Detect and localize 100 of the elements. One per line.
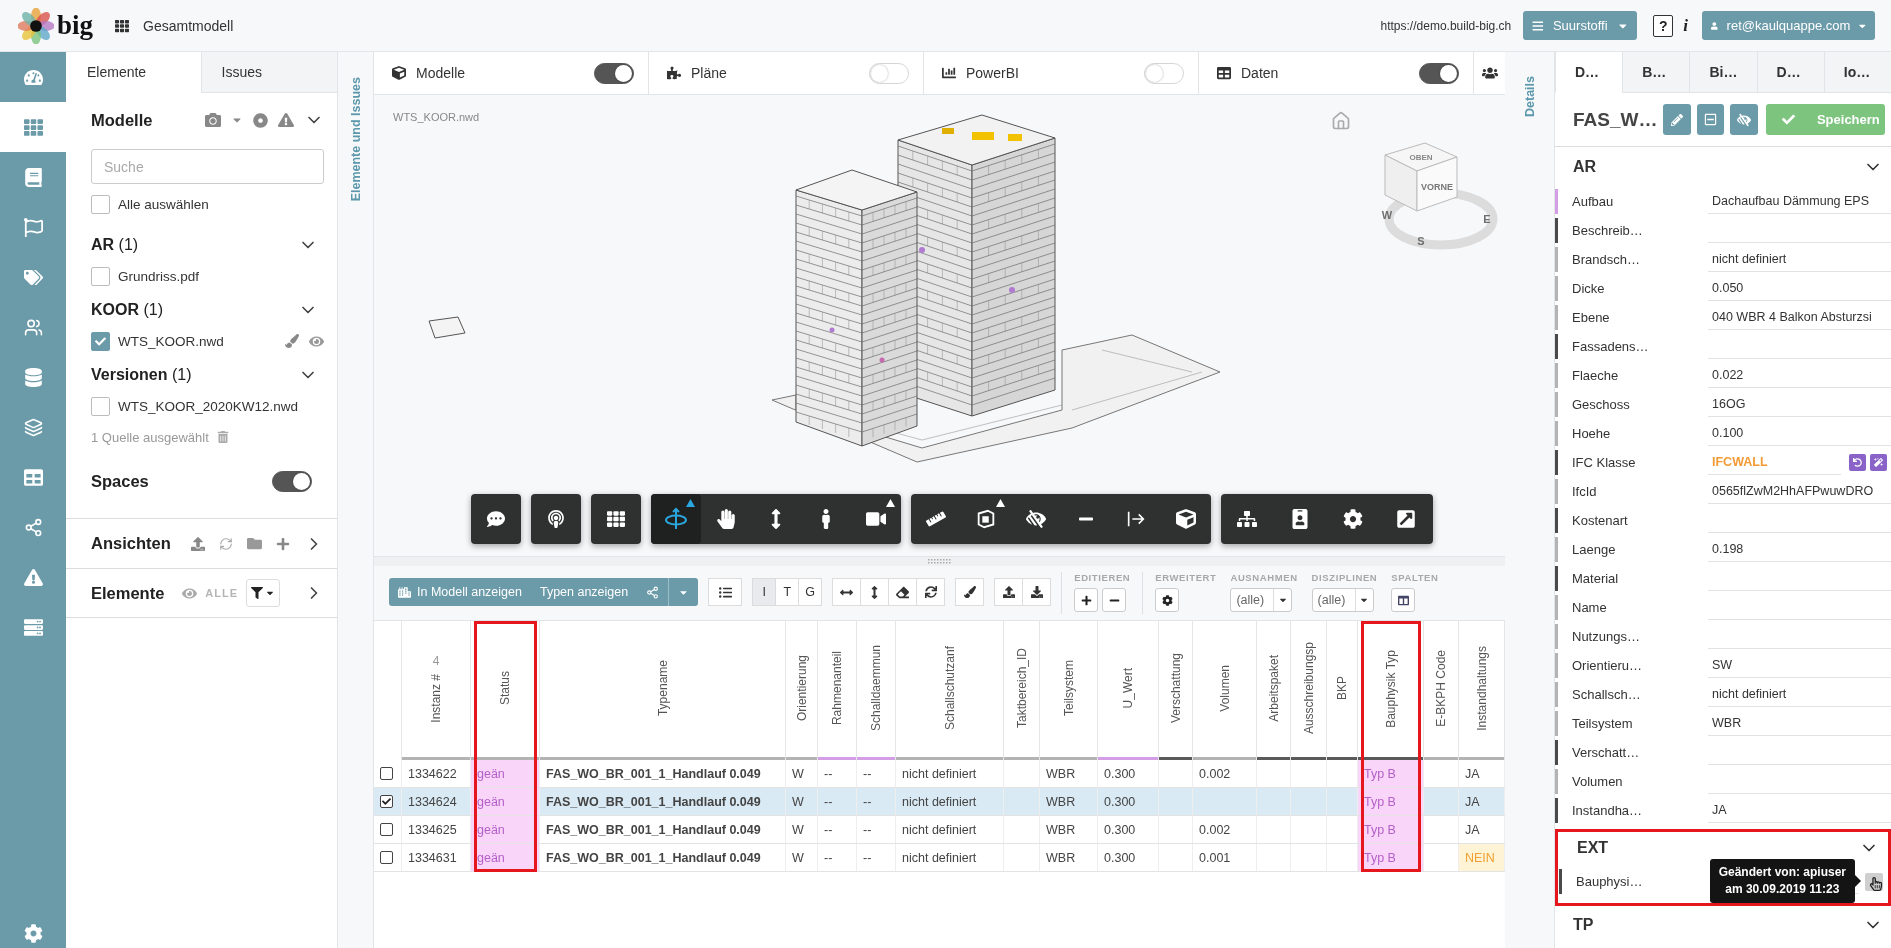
toggle-switch[interactable] — [272, 470, 312, 492]
collapse-button[interactable] — [1696, 104, 1725, 135]
file-name[interactable]: WTS_KOOR.nwd — [118, 333, 224, 349]
column-header[interactable]: Schallschutzanf — [942, 646, 957, 731]
column-header[interactable]: Verschattung — [1168, 653, 1183, 724]
brush-button[interactable] — [955, 578, 985, 606]
column-header[interactable]: Ausschreibungsp — [1301, 642, 1316, 735]
mode-button[interactable]: G — [798, 578, 823, 606]
history-button[interactable] — [1865, 872, 1883, 891]
nav-button[interactable] — [0, 102, 66, 152]
checkbox[interactable] — [91, 396, 110, 416]
refresh-icon[interactable] — [219, 536, 233, 551]
toggle-switch[interactable] — [594, 62, 634, 84]
info-button[interactable]: i — [1681, 15, 1690, 36]
folder-icon[interactable] — [247, 536, 262, 551]
upload-button[interactable] — [994, 578, 1024, 606]
table-row[interactable]: 1334625 geän FAS_WO_BR_001_1_Handlauf 0.049 W -- -- nicht definiert WBR 0.300 0.002 Typ B JA — [374, 816, 1505, 844]
dropdown-button[interactable] — [668, 578, 699, 606]
tool-button[interactable] — [530, 494, 581, 544]
camera-icon[interactable] — [205, 112, 221, 128]
mode-button[interactable]: T — [775, 578, 800, 606]
tab[interactable]: Bi… — [1689, 52, 1757, 93]
grid-icon[interactable] — [115, 18, 130, 33]
checkbox[interactable] — [91, 194, 110, 214]
property-field[interactable]: 16OG — [1708, 392, 1891, 417]
visibility-button[interactable] — [1730, 104, 1758, 135]
tab[interactable]: Issues — [200, 52, 337, 93]
brush-icon[interactable] — [285, 334, 299, 348]
file-name[interactable]: WTS_KOOR_2020KW12.nwd — [118, 398, 299, 414]
view-cube[interactable] — [1384, 142, 1458, 212]
tool-button[interactable] — [590, 494, 641, 544]
property-field[interactable]: nicht definiert — [1708, 247, 1891, 272]
property-field[interactable]: 0.050 — [1708, 276, 1891, 301]
fit-height-button[interactable] — [860, 578, 890, 606]
mode-button[interactable]: I — [752, 578, 777, 606]
wand-button[interactable] — [1870, 454, 1887, 471]
undo-button[interactable] — [1849, 454, 1866, 471]
toggle-switch[interactable] — [1419, 62, 1459, 84]
filter-select[interactable]: (alle) — [1311, 588, 1374, 612]
settings-button[interactable] — [1155, 588, 1180, 612]
column-header[interactable]: Status — [498, 671, 512, 706]
property-field[interactable]: 040 WBR 4 Balkon Absturzsi — [1708, 305, 1891, 330]
column-header[interactable]: Orientierung — [794, 655, 809, 722]
download-button[interactable] — [1022, 578, 1052, 606]
tab[interactable]: B… — [1622, 52, 1690, 93]
column-header[interactable]: Typename — [655, 660, 670, 717]
column-header[interactable]: Instanz # — [429, 674, 443, 723]
filter-select[interactable]: (alle) — [1230, 588, 1293, 612]
column-header[interactable]: BKP — [1335, 676, 1349, 701]
filter-button[interactable] — [246, 579, 280, 607]
table-row[interactable]: 1334631 geän FAS_WO_BR_001_1_Handlauf 0.049 W -- -- nicht definiert WBR 0.300 0.001 Typ B NEIN — [374, 844, 1505, 872]
refresh-button[interactable] — [916, 578, 946, 606]
row-checkbox[interactable] — [380, 851, 393, 864]
table-row[interactable]: 1334624 geän FAS_WO_BR_001_1_Handlauf 0.049 W -- -- nicht definiert WBR 0.300 Typ B JA — [374, 788, 1505, 816]
warning-icon[interactable] — [278, 112, 294, 128]
edit-button[interactable] — [1663, 104, 1691, 135]
plus-icon[interactable] — [276, 536, 290, 551]
column-header[interactable]: Bauphysik Typ — [1383, 649, 1398, 728]
row-checkbox[interactable] — [380, 823, 393, 836]
target-icon[interactable] — [253, 112, 268, 128]
column-header[interactable]: Rahmenanteil — [830, 651, 844, 726]
columns-button[interactable] — [1391, 588, 1416, 612]
property-field[interactable]: 0565flZwM2HhAFPwuwDRO — [1708, 479, 1891, 504]
help-button[interactable]: ? — [1653, 14, 1674, 37]
tool-button[interactable] — [470, 494, 521, 544]
site-url[interactable]: https://demo.build-big.ch — [1380, 18, 1512, 33]
column-header[interactable]: Instandhaltungs — [1474, 646, 1489, 731]
upload-icon[interactable] — [191, 536, 205, 551]
property-field[interactable]: WBR — [1708, 711, 1891, 736]
search-field[interactable]: Suche — [91, 149, 324, 184]
share-button[interactable] — [637, 578, 669, 606]
column-header[interactable]: Arbeitspaket — [1266, 655, 1281, 722]
property-field[interactable]: 0.198 — [1708, 537, 1891, 562]
trash-icon[interactable] — [216, 431, 229, 443]
column-header[interactable]: Taktbereich_ID — [1014, 648, 1029, 729]
resize-handle-icon[interactable] — [927, 559, 952, 564]
tool-button[interactable] — [650, 494, 701, 544]
checkbox-label[interactable]: Alle auswählen — [118, 196, 209, 212]
add-button[interactable] — [1074, 588, 1099, 612]
property-field[interactable]: Dachaufbau Dämmung EPS — [1708, 189, 1891, 214]
property-field[interactable]: 0.022 — [1708, 363, 1891, 388]
tab[interactable]: Io… — [1823, 52, 1891, 93]
row-checkbox[interactable] — [380, 795, 393, 808]
column-header[interactable]: Schalldaemmun — [869, 645, 883, 732]
column-header[interactable]: Teilsystem — [1061, 660, 1076, 717]
property-field[interactable]: JA — [1708, 798, 1891, 823]
tab[interactable]: D… — [1756, 52, 1824, 93]
checkbox[interactable] — [91, 266, 110, 286]
file-name[interactable]: Grundriss.pdf — [118, 268, 200, 284]
eraser-button[interactable] — [888, 578, 918, 606]
checkbox[interactable] — [91, 331, 110, 351]
column-header[interactable]: E-BKPH Code — [1434, 650, 1448, 727]
list-button[interactable] — [708, 578, 743, 606]
property-field[interactable]: nicht definiert — [1708, 682, 1891, 707]
fit-width-button[interactable] — [832, 578, 862, 606]
row-checkbox[interactable] — [380, 767, 393, 780]
column-header[interactable]: Volumen — [1217, 665, 1232, 712]
property-field[interactable]: 0.100 — [1708, 421, 1891, 446]
property-field[interactable]: SW — [1708, 653, 1891, 678]
column-header[interactable]: U_Wert — [1121, 668, 1135, 709]
